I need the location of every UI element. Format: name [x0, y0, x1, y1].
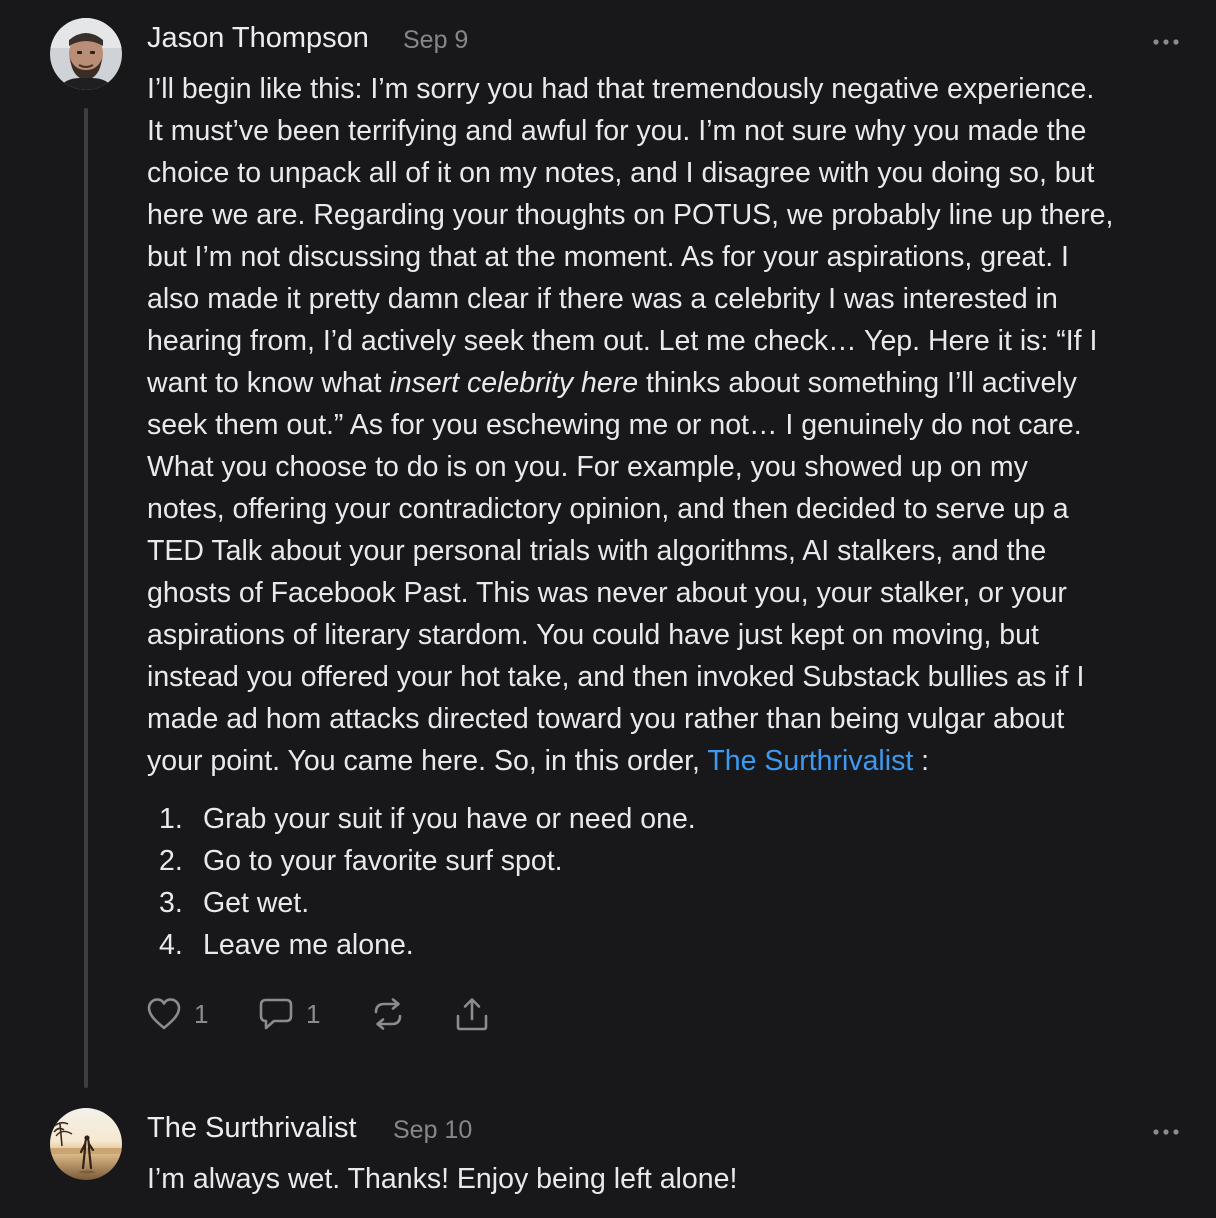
numbered-list: 1. Grab your suit if you have or need one… — [147, 798, 696, 966]
like-count: 1 — [194, 998, 209, 1029]
comment-line: but I’m not discussing that at the momen… — [147, 241, 1069, 273]
comment-line: your point. You came here. So, in this o… — [147, 745, 930, 777]
share-icon — [454, 996, 490, 1032]
reply-count: 1 — [306, 998, 321, 1029]
comment-author[interactable]: Jason Thompson — [147, 22, 369, 55]
comment-line: It must’ve been terrifying and awful for… — [147, 115, 1087, 147]
comment-date[interactable]: Sep 9 — [403, 26, 468, 55]
like-button[interactable]: 1 — [146, 994, 208, 1034]
comment-line: I’m always wet. Thanks! Enjoy being left… — [147, 1163, 738, 1195]
list-item: 4. Leave me alone. — [159, 929, 414, 961]
italic-phrase: insert celebrity here — [389, 367, 639, 399]
comment-line: seek them out.” As for you eschewing me … — [147, 409, 1082, 441]
avatar-the-surthrivalist[interactable] — [50, 1108, 122, 1180]
comment-date[interactable]: Sep 10 — [393, 1116, 472, 1145]
comment-body: I’m always wet. Thanks! Enjoy being left… — [147, 1158, 1197, 1200]
comment-line: here we are. Regarding your thoughts on … — [147, 199, 1114, 231]
heart-icon — [146, 997, 182, 1031]
comment-author[interactable]: The Surthrivalist — [147, 1112, 357, 1145]
comment-line: I’ll begin like this: I’m sorry you had … — [147, 73, 1095, 105]
user-mention-link[interactable]: The Surthrivalist — [707, 745, 913, 777]
comment-line: instead you offered your hot take, and t… — [147, 661, 1085, 693]
comment-line: want to know what insert celebrity here … — [147, 367, 1077, 399]
list-item: 2. Go to your favorite surf spot. — [159, 845, 563, 877]
ellipsis-icon[interactable] — [1152, 1124, 1180, 1135]
avatar-jason-thompson[interactable] — [50, 18, 122, 90]
list-item: 1. Grab your suit if you have or need one… — [159, 803, 696, 835]
comment-line: choice to unpack all of it on my notes, … — [147, 157, 1095, 189]
reply-button[interactable]: 1 — [258, 994, 320, 1034]
comment-line: notes, offering your contradictory opini… — [147, 493, 1069, 525]
ellipsis-icon[interactable] — [1152, 34, 1180, 45]
share-button[interactable] — [454, 994, 490, 1034]
comment-line: What you choose to do is on you. For exa… — [147, 451, 1028, 483]
restack-button[interactable] — [370, 994, 406, 1034]
comment-line: also made it pretty damn clear if there … — [147, 283, 1058, 315]
restack-icon — [370, 997, 406, 1031]
comment-line: ghosts of Facebook Past. This was never … — [147, 577, 1067, 609]
comment-body: I’ll begin like this: I’m sorry you had … — [147, 68, 1197, 782]
comment-line: TED Talk about your personal trials with… — [147, 535, 1047, 567]
comment-line: aspirations of literary stardom. You cou… — [147, 619, 1039, 651]
list-item: 3. Get wet. — [159, 887, 310, 919]
comment-line: hearing from, I’d actively seek them out… — [147, 325, 1098, 357]
comment-line: made ad hom attacks directed toward you … — [147, 703, 1065, 735]
speech-bubble-icon — [258, 997, 294, 1031]
thread-line — [84, 108, 88, 1088]
